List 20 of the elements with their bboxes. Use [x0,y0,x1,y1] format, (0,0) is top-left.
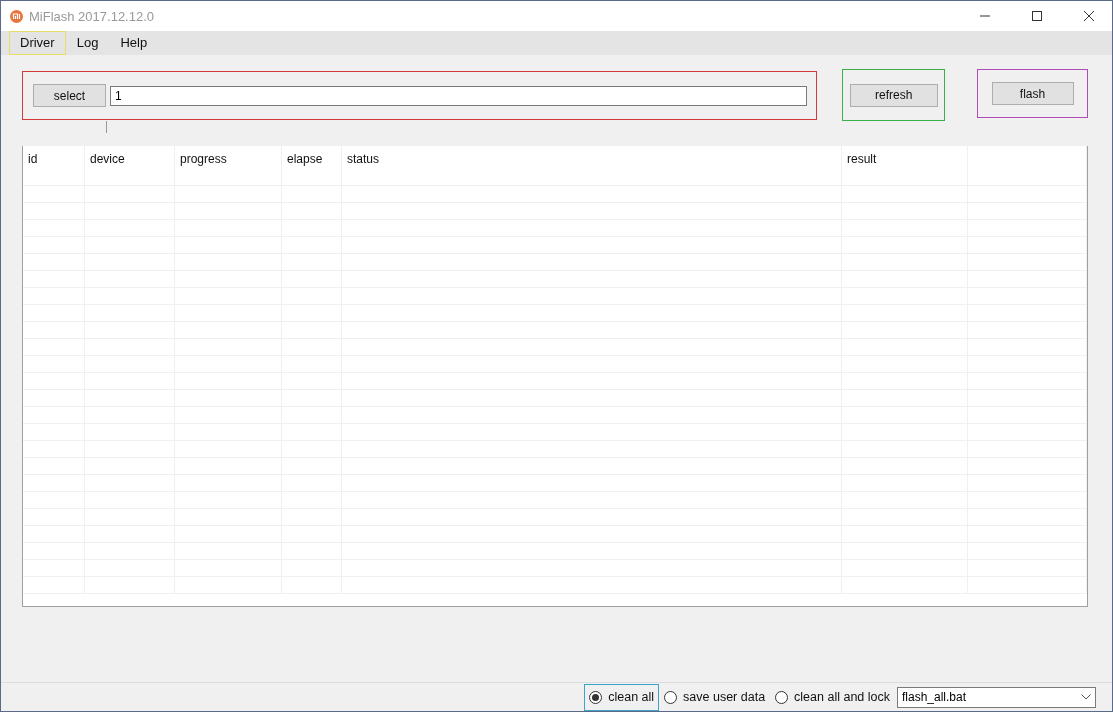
radio-option[interactable]: clean all and lock [770,683,895,711]
script-dropdown[interactable]: flash_all.bat [897,686,1096,708]
column-header[interactable]: result [842,146,968,185]
path-field[interactable]: 1 [110,85,808,106]
chevron-down-icon [1081,694,1091,700]
app-logo-icon [10,9,23,23]
menu-item[interactable]: Log [65,31,110,55]
column-header[interactable]: progress [175,146,282,185]
radio-option[interactable]: save user data [659,683,771,711]
column-header[interactable]: device [85,146,175,185]
column-header[interactable]: status [342,146,842,185]
menu-item[interactable]: Driver [9,31,66,55]
flash-button[interactable]: flash [991,82,1074,105]
window-title: MiFlash 2017.12.12.0 [29,8,156,24]
radio-option[interactable]: clean all [584,683,660,711]
column-header[interactable]: id [23,146,85,185]
column-header[interactable]: elapse [282,146,342,185]
select-button[interactable]: select [33,84,106,107]
refresh-button[interactable]: refresh [849,83,938,107]
menu-item[interactable]: Help [109,31,159,55]
